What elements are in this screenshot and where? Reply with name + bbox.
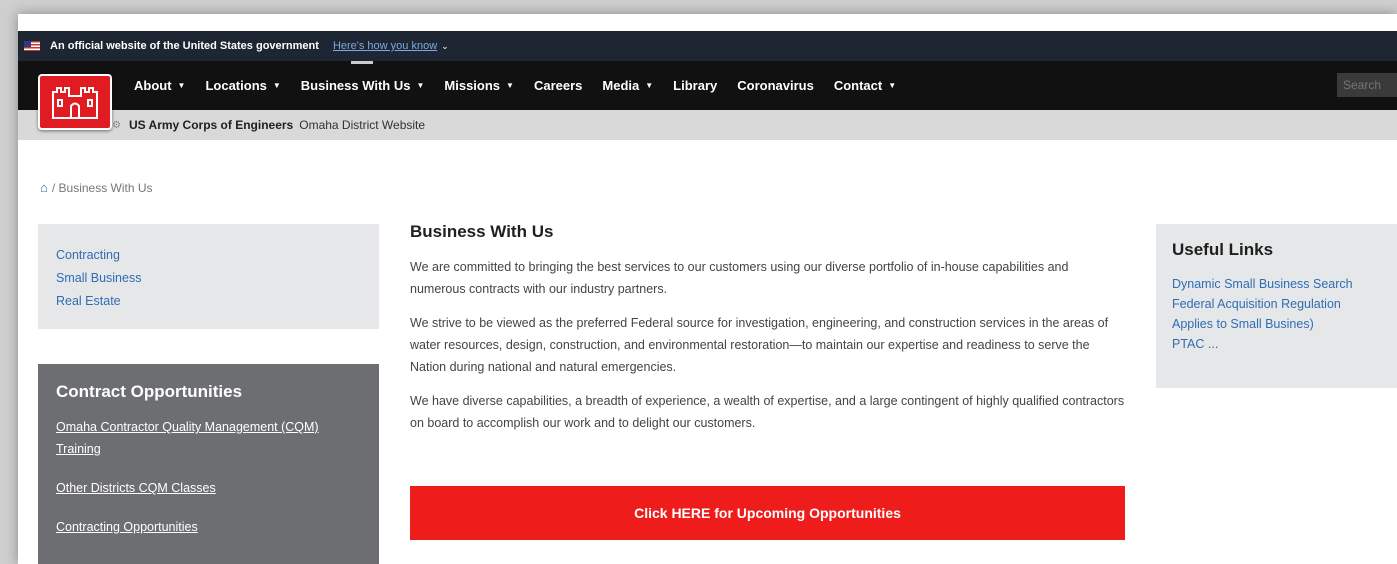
breadcrumb-separator: /: [51, 180, 59, 195]
main-content: Business With Us We are committed to bri…: [410, 222, 1126, 446]
useful-link-far[interactable]: Federal Acquisition Regulation: [1172, 294, 1397, 314]
mission-paragraph: We strive to be viewed as the preferred …: [410, 316, 1109, 374]
usace-castle-logo[interactable]: [38, 74, 112, 130]
search-input[interactable]: [1337, 73, 1397, 97]
nav-item-label: Locations: [205, 78, 267, 93]
upcoming-opportunities-button[interactable]: Click HERE for Upcoming Opportunities: [410, 486, 1125, 540]
nav-item-locations[interactable]: Locations ▼: [205, 61, 280, 110]
useful-link-ptac[interactable]: PTAC ...: [1172, 334, 1397, 354]
contract-opportunities-panel: Contract Opportunities Omaha Contractor …: [38, 364, 379, 564]
useful-link-dynamic-small-business[interactable]: Dynamic Small Business Search: [1172, 274, 1397, 294]
site-identity-bar: ⚙ US Army Corps of Engineers Omaha Distr…: [18, 110, 1397, 140]
district-name: Omaha District Website: [299, 118, 426, 132]
home-icon[interactable]: ⌂: [40, 180, 48, 195]
caret-down-icon: ▼: [416, 81, 425, 90]
caret-down-icon: ▼: [506, 81, 514, 90]
page-title: Business With Us: [410, 222, 554, 241]
nav-item-library[interactable]: Library: [673, 61, 717, 110]
nav-item-label: Library: [673, 78, 718, 93]
browser-page: An official website of the United States…: [18, 14, 1397, 564]
nav-item-careers[interactable]: Careers: [534, 61, 582, 110]
cqm-training-link[interactable]: Omaha Contractor Quality Management (CQM…: [56, 416, 361, 460]
intro-paragraph: We are committed to bringing the best se…: [410, 260, 1069, 296]
nav-item-label: Missions: [444, 78, 501, 93]
useful-link-far-continued[interactable]: Applies to Small Busines): [1172, 314, 1397, 334]
nav-item-label: Contact: [833, 78, 883, 93]
other-districts-cqm-link[interactable]: Other Districts CQM Classes: [56, 477, 361, 499]
caret-down-icon: ▼: [272, 81, 281, 90]
chevron-down-icon[interactable]: ⌄: [441, 41, 449, 52]
castle-icon: [52, 87, 98, 119]
nav-menu: About ▼ Locations ▼ Business With Us ▼ Miss…: [134, 61, 916, 110]
breadcrumb: ⌂ / Business With Us: [40, 180, 153, 195]
gear-icon: ⚙: [112, 119, 121, 131]
contracting-opportunities-link[interactable]: Contracting Opportunities: [56, 516, 361, 538]
nav-item-label: Coronavirus: [737, 78, 814, 93]
heres-how-you-know-link[interactable]: Here's how you know: [333, 40, 437, 52]
nav-item-coronavirus[interactable]: Coronavirus: [737, 61, 814, 110]
nav-item-label: About: [134, 78, 172, 93]
nav-item-missions[interactable]: Missions ▼: [444, 61, 514, 110]
sidebar-link-small-business[interactable]: Small Business: [56, 267, 361, 290]
contract-opportunities-title: Contract Opportunities: [56, 382, 243, 401]
caret-down-icon: ▼: [177, 81, 186, 90]
sidebar-links: Contracting Small Business Real Estate: [38, 224, 379, 329]
gov-banner-text: An official website of the United States…: [50, 40, 319, 52]
caret-down-icon: ▼: [645, 81, 654, 90]
nav-item-label: Business With Us: [300, 78, 411, 93]
org-name[interactable]: US Army Corps of Engineers: [129, 118, 293, 132]
us-flag-icon: [24, 41, 40, 51]
nav-item-business-with-us[interactable]: Business With Us ▼: [300, 61, 425, 110]
sidebar-link-contracting[interactable]: Contracting: [56, 244, 361, 267]
useful-links-panel: Useful Links Dynamic Small Business Sear…: [1156, 224, 1397, 388]
nav-item-contact[interactable]: Contact ▼: [834, 61, 896, 110]
gov-banner: An official website of the United States…: [18, 31, 1397, 61]
nav-item-media[interactable]: Media ▼: [602, 61, 653, 110]
capabilities-paragraph: We have diverse capabilities, a breadth …: [410, 394, 1125, 430]
sidebar-link-real-estate[interactable]: Real Estate: [56, 290, 361, 313]
useful-links-title: Useful Links: [1172, 240, 1274, 259]
breadcrumb-current: Business With Us: [58, 180, 153, 195]
nav-item-label: Media: [602, 78, 640, 93]
nav-item-label: Careers: [533, 78, 583, 93]
nav-item-about[interactable]: About ▼: [134, 61, 185, 110]
main-nav: About ▼ Locations ▼ Business With Us ▼ Miss…: [18, 61, 1397, 110]
caret-down-icon: ▼: [888, 81, 897, 90]
